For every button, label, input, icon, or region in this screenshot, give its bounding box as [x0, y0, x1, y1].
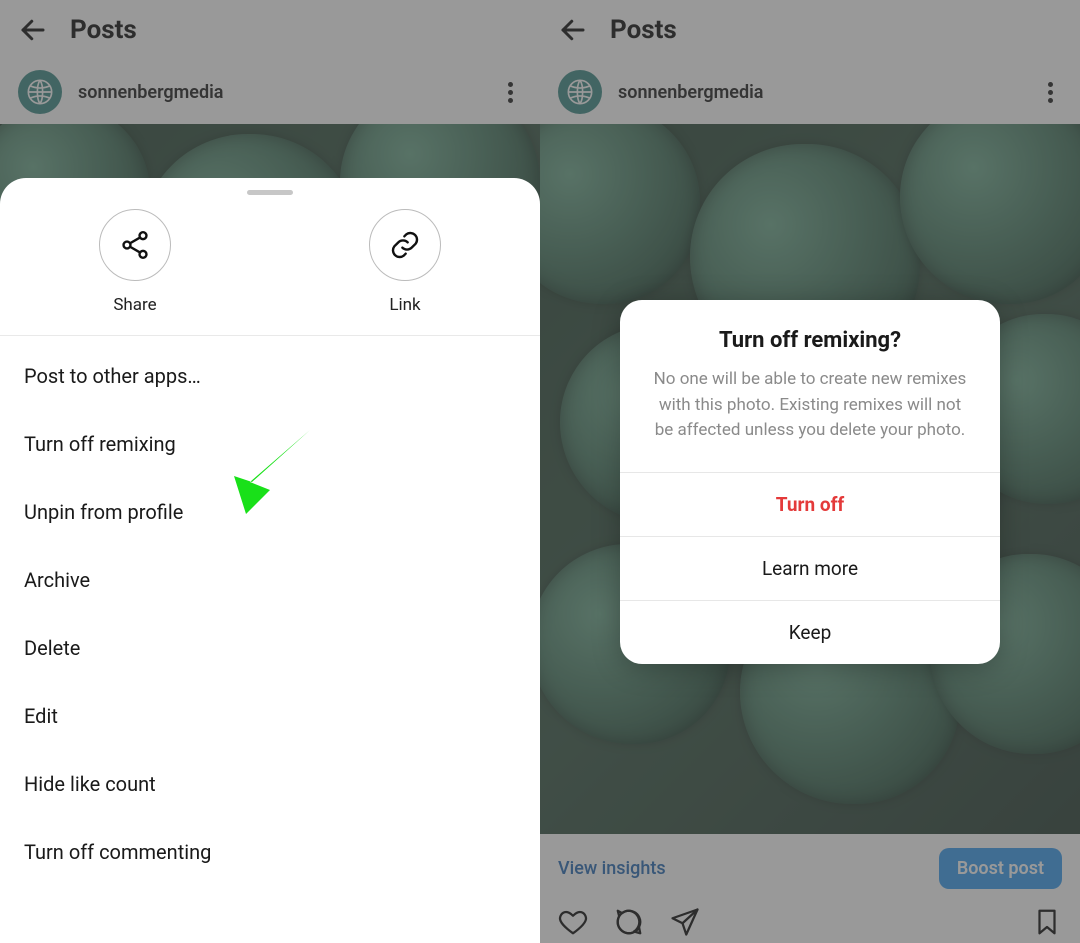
right-phone: Posts sonnenbergmedia View insights Boos… [540, 0, 1080, 943]
menu-item-delete[interactable]: Delete [0, 614, 540, 682]
dialog-turn-off-button[interactable]: Turn off [620, 472, 1000, 536]
menu-item-turn-off-commenting[interactable]: Turn off commenting [0, 818, 540, 886]
dialog-keep-button[interactable]: Keep [620, 600, 1000, 664]
share-icon [119, 229, 151, 261]
dialog-learn-more-button[interactable]: Learn more [620, 536, 1000, 600]
share-link-row: Share Link [0, 199, 540, 335]
menu-item-hide-likes[interactable]: Hide like count [0, 750, 540, 818]
link-icon [389, 229, 421, 261]
options-sheet: Share Link Post to other apps… Turn off … [0, 178, 540, 943]
remix-dialog: Turn off remixing? No one will be able t… [620, 300, 1000, 664]
drag-handle[interactable] [247, 190, 293, 195]
dialog-title: Turn off remixing? [620, 300, 1000, 367]
dialog-body: No one will be able to create new remixe… [620, 367, 1000, 472]
share-label: Share [113, 295, 156, 315]
menu-item-turn-off-remixing[interactable]: Turn off remixing [0, 410, 540, 478]
options-menu: Post to other apps… Turn off remixing Un… [0, 336, 540, 886]
menu-item-unpin[interactable]: Unpin from profile [0, 478, 540, 546]
left-phone: Posts sonnenbergmedia Share [0, 0, 540, 943]
menu-item-post-other-apps[interactable]: Post to other apps… [0, 342, 540, 410]
menu-item-archive[interactable]: Archive [0, 546, 540, 614]
link-label: Link [389, 295, 420, 315]
link-button[interactable]: Link [270, 209, 540, 315]
menu-item-edit[interactable]: Edit [0, 682, 540, 750]
share-button[interactable]: Share [0, 209, 270, 315]
